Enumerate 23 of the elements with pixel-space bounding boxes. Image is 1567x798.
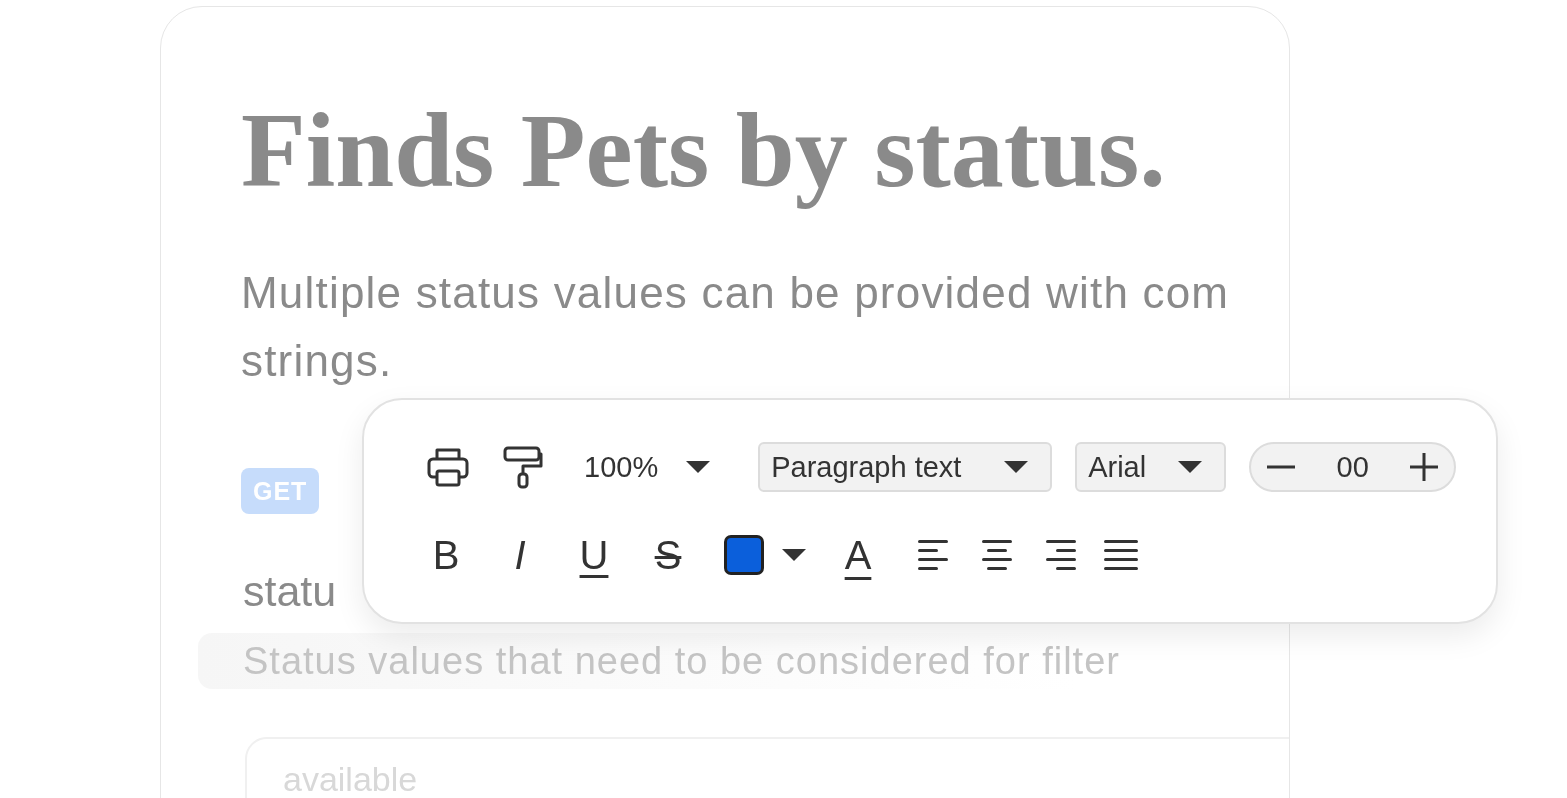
strikethrough-button[interactable]: S: [648, 531, 688, 579]
underline-button[interactable]: U: [574, 531, 614, 579]
italic-button[interactable]: I: [500, 531, 540, 579]
caret-icon[interactable]: [686, 461, 711, 473]
align-justify-icon[interactable]: [1104, 539, 1138, 571]
font-size-value[interactable]: 00: [1336, 450, 1369, 484]
zoom-level[interactable]: 100%: [584, 450, 659, 484]
caret-icon[interactable]: [1178, 461, 1203, 473]
caret-icon[interactable]: [782, 549, 806, 561]
minus-icon[interactable]: [1267, 465, 1296, 469]
page-title: Finds Pets by status.: [241, 91, 1166, 211]
text-color-swatch[interactable]: [724, 535, 764, 575]
caret-icon[interactable]: [1004, 461, 1029, 473]
bold-button[interactable]: B: [426, 531, 466, 579]
text-color-button[interactable]: A: [838, 531, 878, 579]
method-badge: GET: [241, 468, 320, 514]
paragraph-style-dropdown[interactable]: Paragraph text: [758, 442, 1053, 492]
parameter-name: statu: [243, 567, 337, 615]
align-center-icon[interactable]: [980, 539, 1014, 571]
font-dropdown[interactable]: Arial: [1075, 442, 1227, 492]
plus-icon[interactable]: [1410, 453, 1439, 481]
paint-roller-icon[interactable]: [502, 445, 544, 489]
description-text: Multiple status values can be provided with com strings.: [241, 267, 1230, 387]
